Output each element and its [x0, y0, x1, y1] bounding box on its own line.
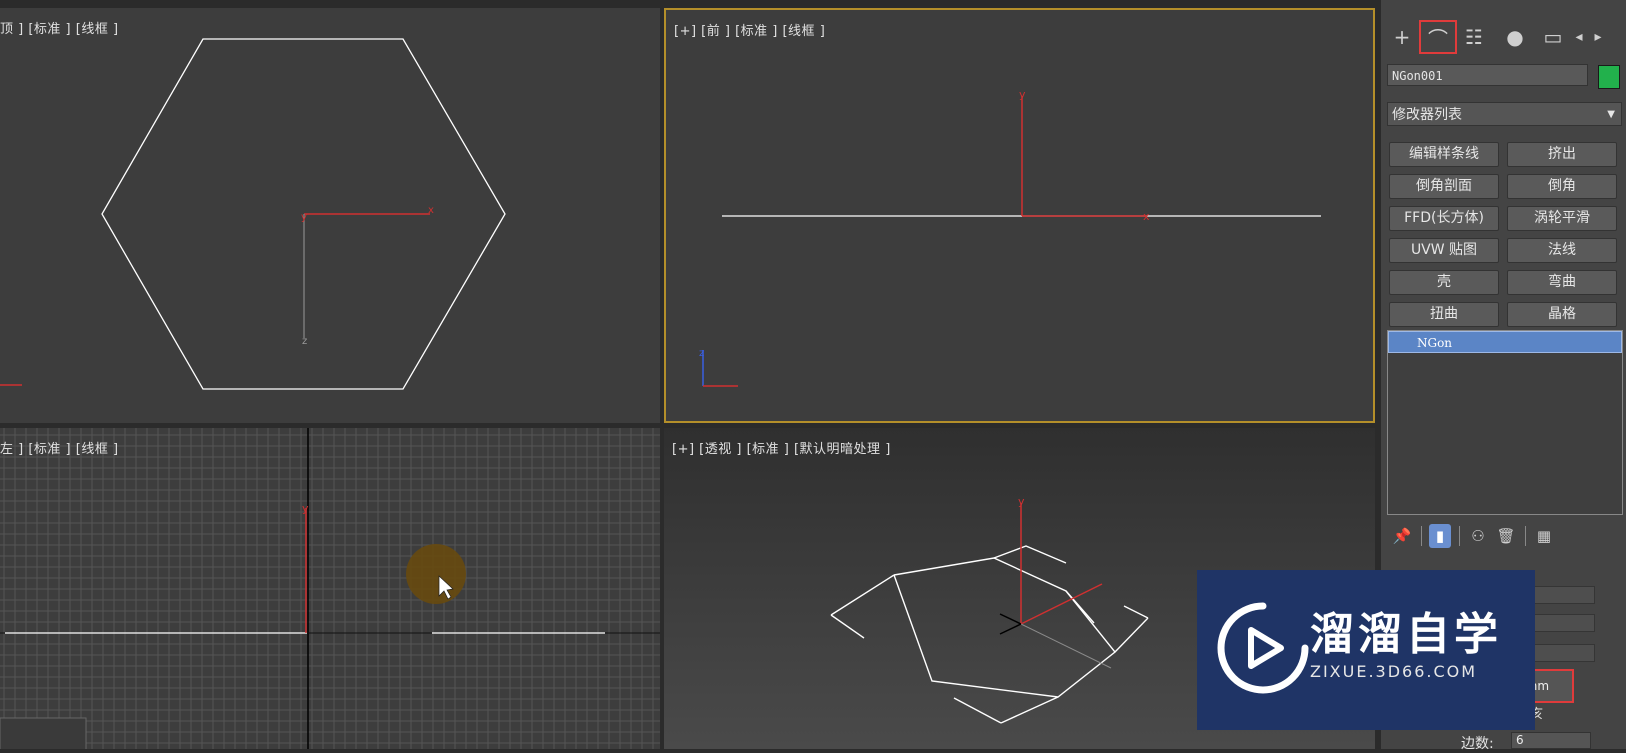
- viewport-left-label[interactable]: 左 ] [标准 ] [线框 ]: [0, 438, 119, 457]
- object-name-field[interactable]: NGon001: [1387, 64, 1588, 86]
- gizmo-y-label: y: [302, 502, 309, 515]
- watermark-play-logo-icon: [1217, 602, 1309, 694]
- edges-spinner[interactable]: 6: [1511, 732, 1591, 749]
- edges-label: 边数:: [1461, 736, 1494, 752]
- modifier-button-bevel[interactable]: 倒角: [1507, 174, 1617, 199]
- modifier-list-label: 修改器列表: [1392, 107, 1462, 123]
- command-panel-tabs: + ⌒ ☷ ● ▭ ◂ ▸: [1381, 14, 1626, 60]
- modifier-list-dropdown[interactable]: 修改器列表 ▼: [1387, 102, 1622, 126]
- corner-z-label: z: [699, 348, 704, 359]
- pin-stack-icon[interactable]: 📌: [1391, 524, 1413, 548]
- configure-modifier-sets-icon[interactable]: ▦: [1533, 524, 1555, 548]
- viewport-perspective-label[interactable]: [+] [透视 ] [标准 ] [默认明暗处理 ]: [672, 438, 891, 457]
- display-icon[interactable]: ▭: [1536, 22, 1570, 52]
- scroll-right-icon[interactable]: ▸: [1589, 22, 1607, 52]
- modifier-button-edit-spline[interactable]: 编辑样条线: [1389, 142, 1499, 167]
- modifier-stack: NGon: [1387, 330, 1623, 515]
- gizmo-y-label: y: [1018, 495, 1025, 508]
- viewport-front[interactable]: y x z [+] [前 ] [标准 ] [线框 ]: [664, 8, 1375, 423]
- cursor-highlight: [406, 544, 466, 604]
- stack-toolbar: 📌 ▮ ⚇ 🗑 ▦: [1391, 522, 1621, 550]
- top-viewport-canvas: x z y: [0, 38, 506, 390]
- gizmo-x-label: x: [1143, 210, 1150, 223]
- remove-modifier-icon[interactable]: 🗑: [1495, 524, 1517, 548]
- viewport-corner-widget: [0, 717, 87, 749]
- modifier-button-turbosmooth[interactable]: 涡轮平滑: [1507, 206, 1617, 231]
- gizmo-y-label: y: [1019, 88, 1026, 101]
- modifier-button-shell[interactable]: 壳: [1389, 270, 1499, 295]
- left-viewport-canvas: y: [0, 428, 660, 749]
- modify-icon[interactable]: ⌒: [1419, 20, 1457, 54]
- watermark-overlay: 溜溜自学 ZIXUE.3D66.COM: [1197, 570, 1535, 730]
- modifier-buttons: 编辑样条线 挤出 倒角剖面 倒角 FFD(长方体) 涡轮平滑 UVW 贴图 法线…: [1389, 142, 1621, 327]
- toolbar-divider: [1525, 526, 1526, 546]
- viewport-top[interactable]: x z y 顶 ] [标准 ] [线框 ]: [0, 8, 660, 423]
- modifier-button-bend[interactable]: 弯曲: [1507, 270, 1617, 295]
- modifier-button-ffd-box[interactable]: FFD(长方体): [1389, 206, 1499, 231]
- ngon-perspective-outline[interactable]: [830, 545, 1149, 724]
- scroll-left-icon[interactable]: ◂: [1570, 22, 1588, 52]
- top-toolbar-strip: [0, 0, 1383, 8]
- chevron-down-icon: ▼: [1607, 109, 1615, 120]
- modifier-button-uvw-map[interactable]: UVW 贴图: [1389, 238, 1499, 263]
- gizmo-z-label: z: [302, 336, 307, 347]
- viewport-left[interactable]: y 左 ] [标准 ] [线框 ]: [0, 428, 660, 749]
- motion-icon[interactable]: ●: [1498, 22, 1532, 52]
- toolbar-divider: [1459, 526, 1460, 546]
- gizmo-origin-mark: [999, 613, 1022, 625]
- gizmo-x-label: x: [428, 205, 434, 216]
- modifier-button-extrude[interactable]: 挤出: [1507, 142, 1617, 167]
- object-color-swatch[interactable]: [1598, 65, 1620, 89]
- toolbar-divider: [1421, 526, 1422, 546]
- modifier-button-bevel-profile[interactable]: 倒角剖面: [1389, 174, 1499, 199]
- watermark-title: 溜溜自学: [1310, 609, 1502, 660]
- viewport-top-label[interactable]: 顶 ] [标准 ] [线框 ]: [0, 18, 119, 37]
- show-end-result-icon[interactable]: ▮: [1429, 524, 1451, 548]
- create-plus-icon[interactable]: +: [1385, 22, 1419, 52]
- modifier-button-lattice[interactable]: 晶格: [1507, 302, 1617, 327]
- make-unique-icon[interactable]: ⚇: [1467, 524, 1489, 548]
- gizmo-origin-label: y: [301, 212, 307, 223]
- gizmo-origin-mark-2: [999, 623, 1022, 635]
- front-viewport-canvas: y x z: [699, 88, 1321, 387]
- modifier-button-normal[interactable]: 法线: [1507, 238, 1617, 263]
- stack-item-ngon[interactable]: NGon: [1388, 331, 1622, 353]
- hierarchy-icon[interactable]: ☷: [1457, 22, 1491, 52]
- viewport-front-label[interactable]: [+] [前 ] [标准 ] [线框 ]: [674, 20, 825, 39]
- watermark-url: ZIXUE.3D66.COM: [1310, 662, 1478, 681]
- modifier-button-twist[interactable]: 扭曲: [1389, 302, 1499, 327]
